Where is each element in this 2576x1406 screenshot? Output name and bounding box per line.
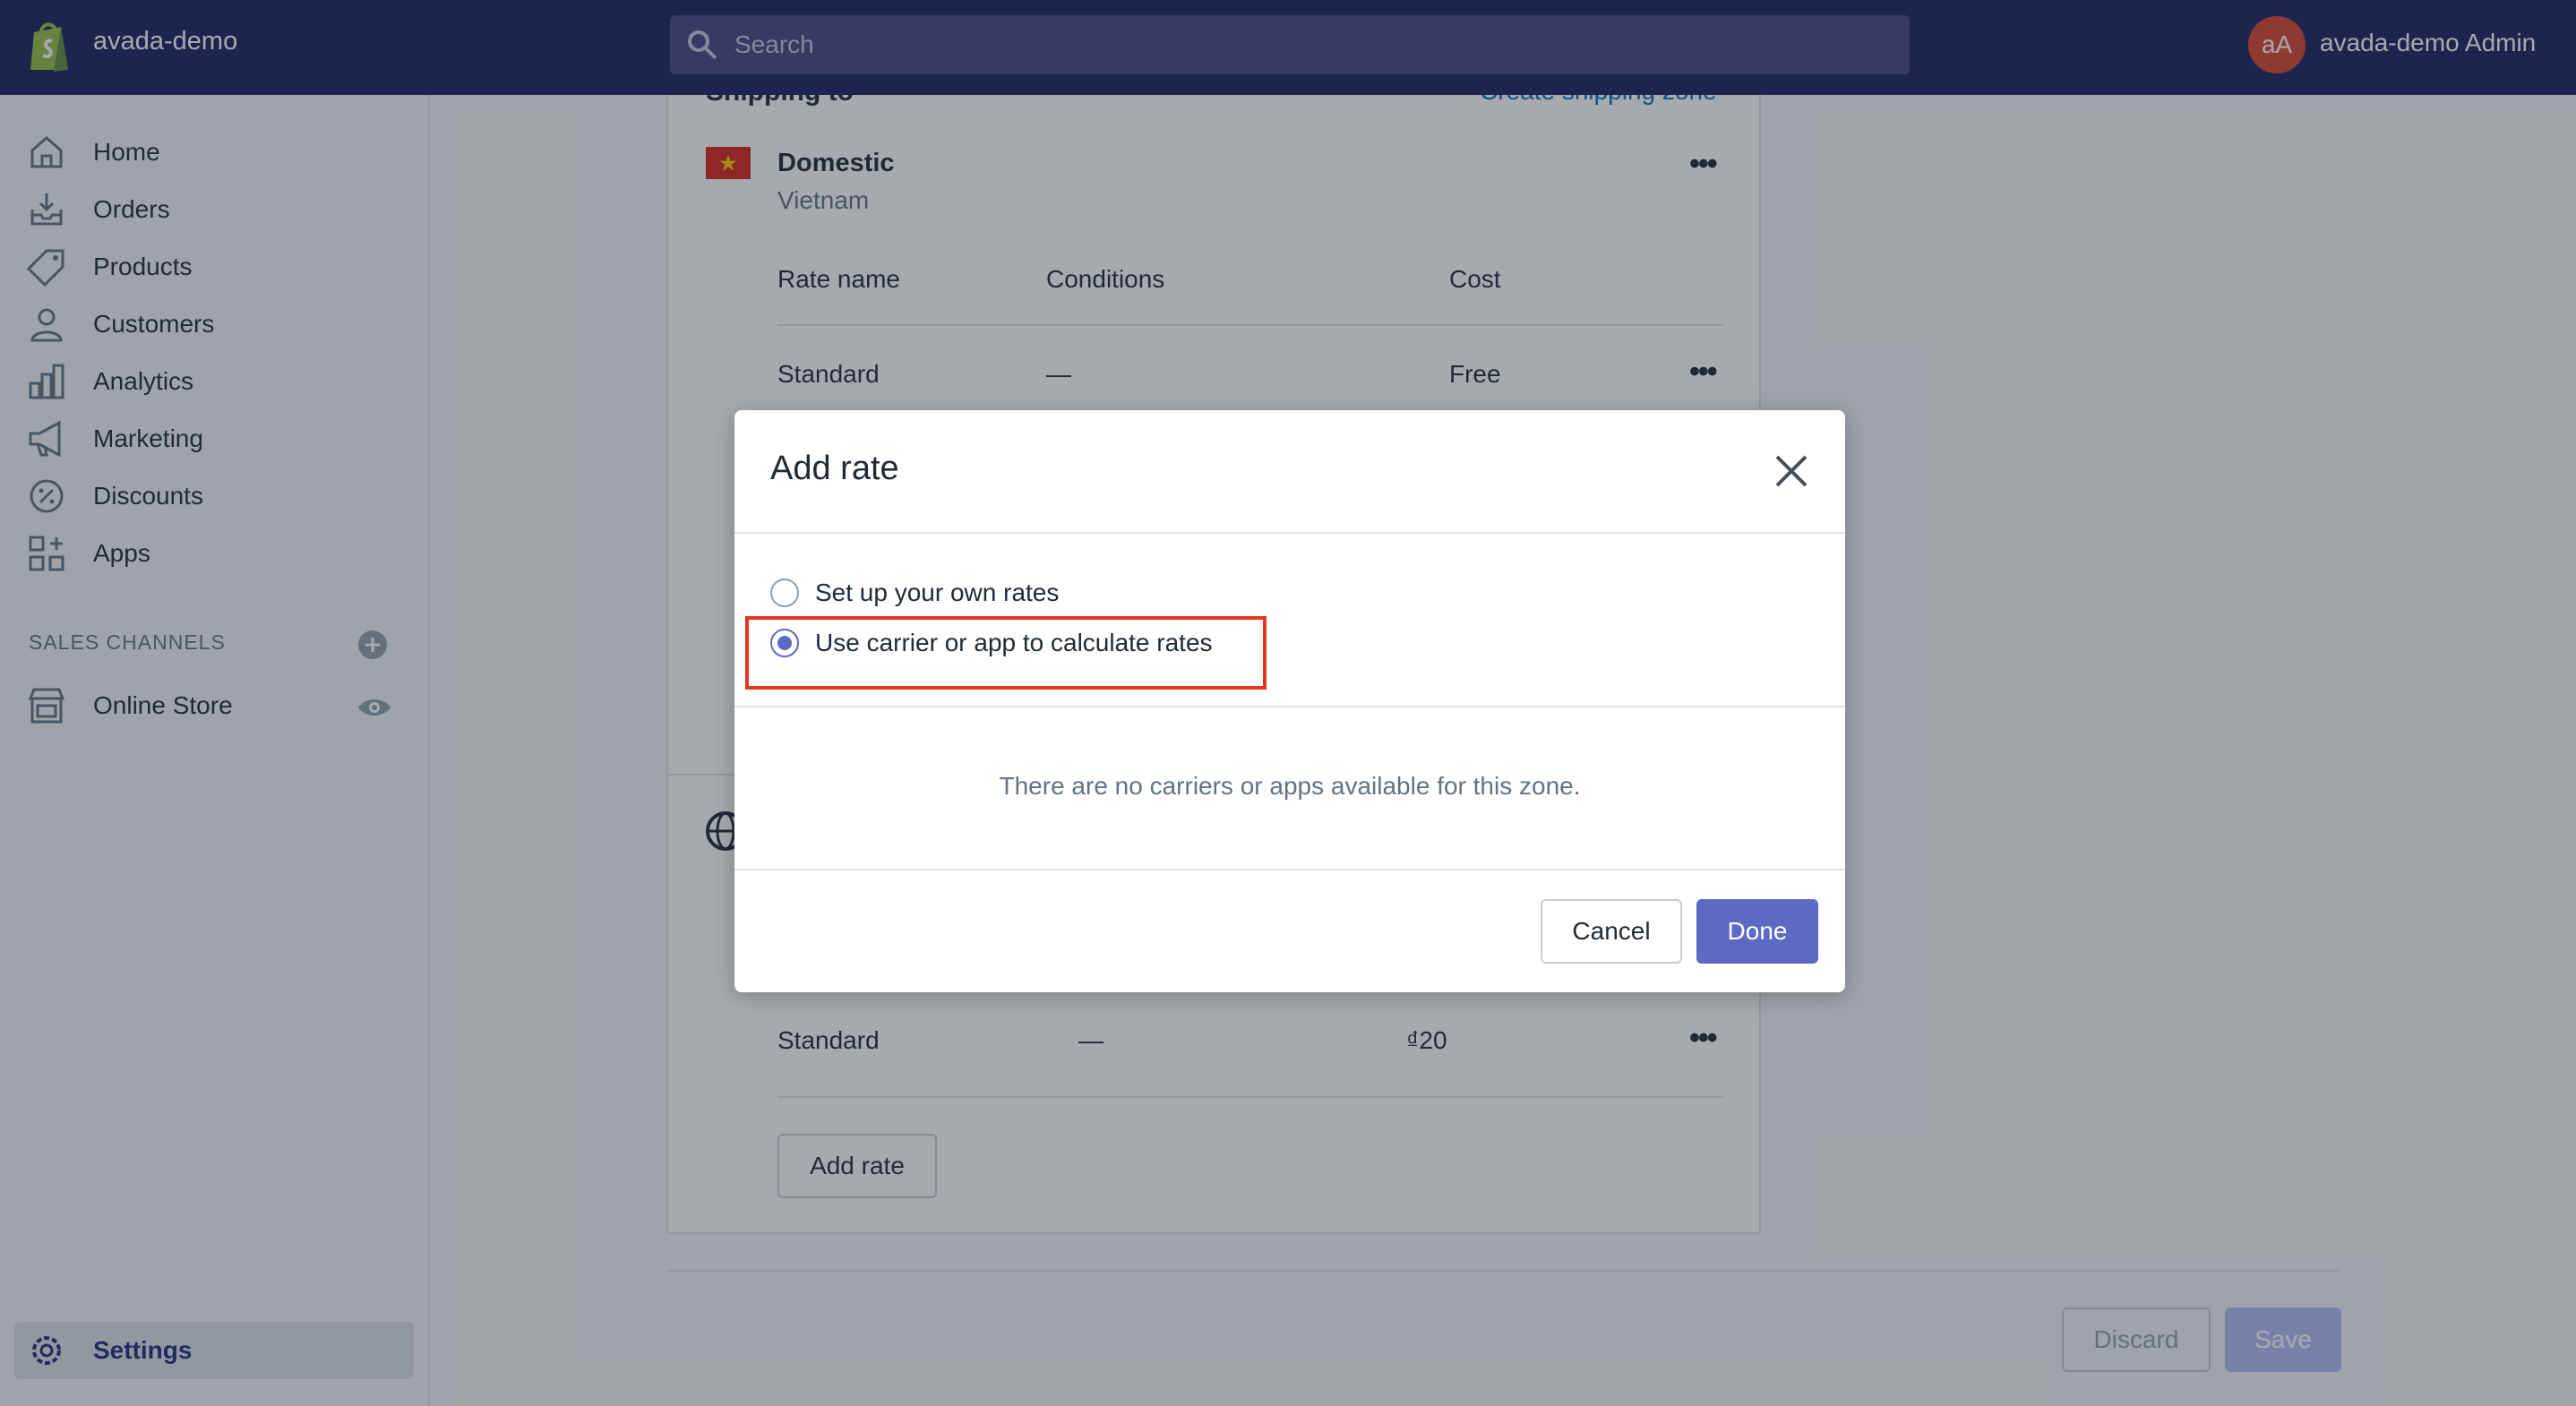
radio-button-selected[interactable] <box>770 629 799 657</box>
add-rate-modal: Add rate Set up your own rates Use carri… <box>734 410 1845 992</box>
cancel-button[interactable]: Cancel <box>1541 899 1682 964</box>
radio-label: Use carrier or app to calculate rates <box>815 629 1213 656</box>
radio-own-rates[interactable]: Set up your own rates <box>770 579 1059 607</box>
modal-title: Add rate <box>770 450 899 487</box>
modal-divider <box>734 869 1845 870</box>
radio-label: Set up your own rates <box>815 579 1060 606</box>
radio-carrier-rates[interactable]: Use carrier or app to calculate rates <box>770 629 1213 657</box>
empty-carriers-message: There are no carriers or apps available … <box>999 772 1581 800</box>
modal-divider <box>734 532 1845 534</box>
modal-divider <box>734 706 1845 707</box>
done-button[interactable]: Done <box>1696 899 1818 964</box>
radio-button[interactable] <box>770 579 799 607</box>
close-icon[interactable] <box>1770 450 1813 493</box>
